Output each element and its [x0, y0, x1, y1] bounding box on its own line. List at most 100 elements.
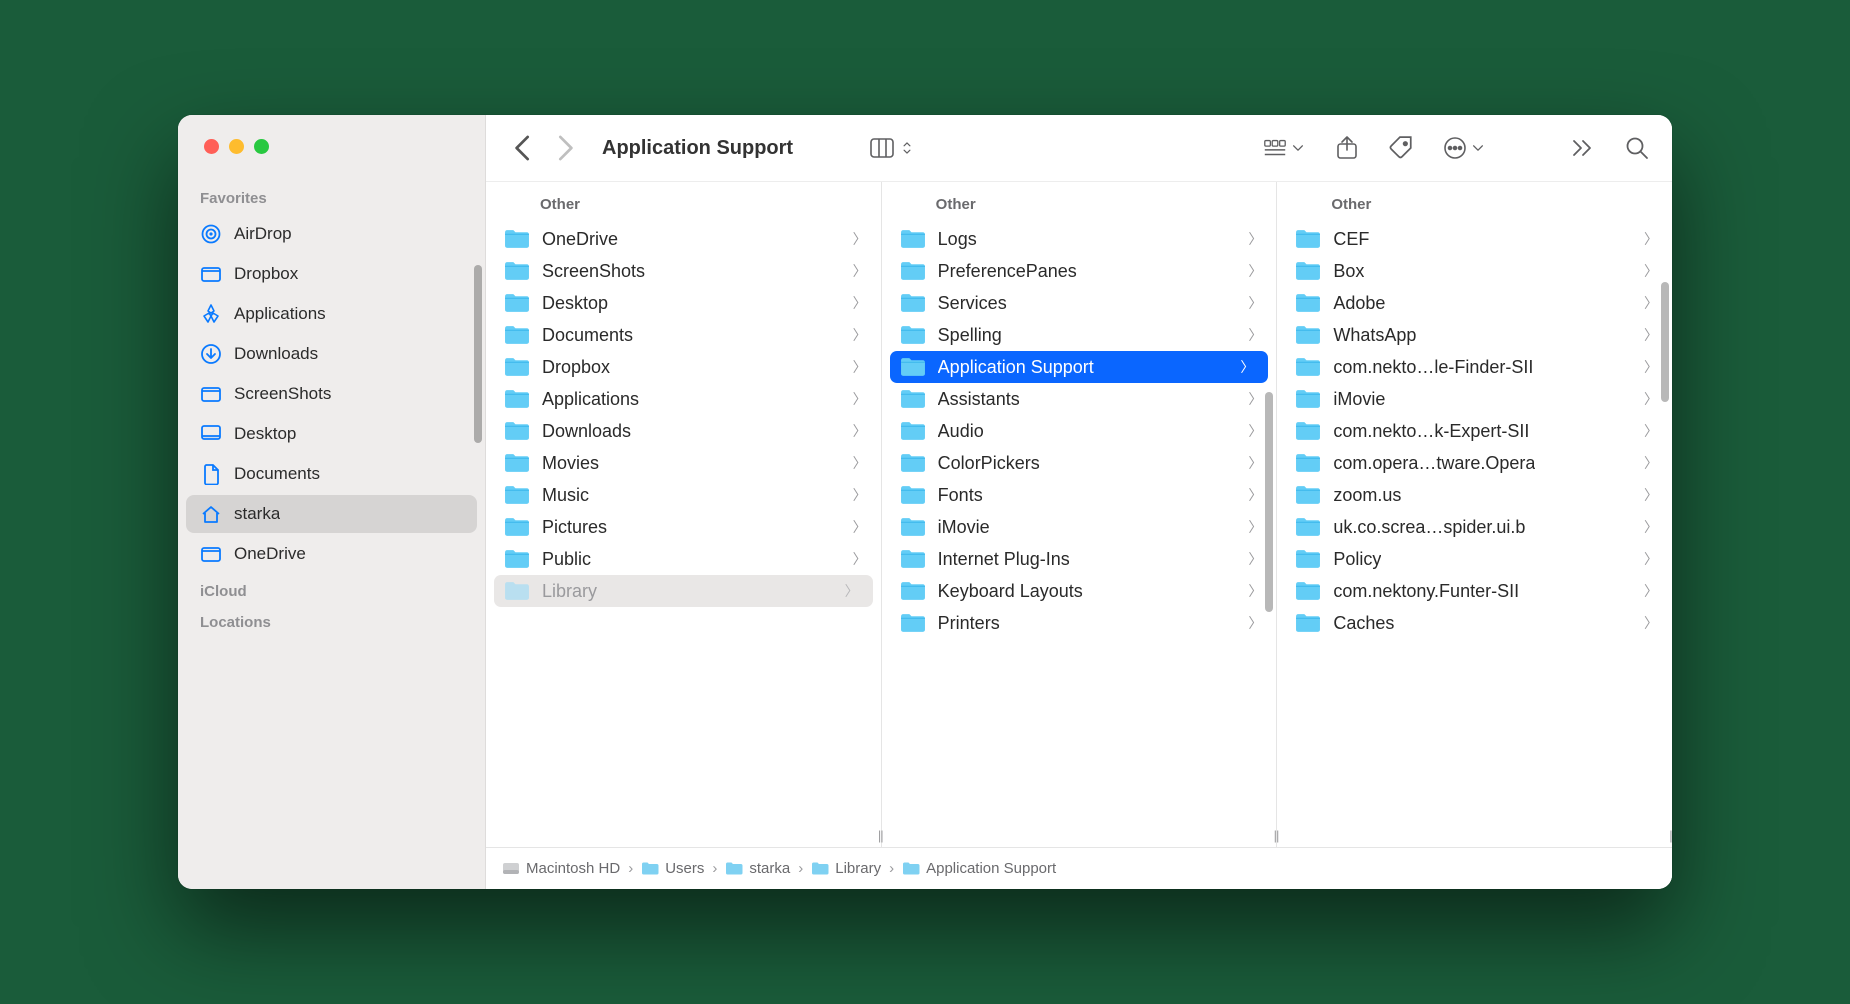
sidebar-item-screenshots[interactable]: ScreenShots: [186, 375, 477, 413]
folder-label: ColorPickers: [938, 453, 1040, 474]
sidebar-scrollbar[interactable]: [474, 265, 482, 443]
folder-row[interactable]: Logs〉: [882, 223, 1277, 255]
folder-row[interactable]: Keyboard Layouts〉: [882, 575, 1277, 607]
folder-row[interactable]: Desktop〉: [486, 287, 881, 319]
folder-row[interactable]: iMovie〉: [882, 511, 1277, 543]
folder-row[interactable]: Music〉: [486, 479, 881, 511]
folder-row[interactable]: Public〉: [486, 543, 881, 575]
chevron-right-icon: 〉: [853, 389, 867, 409]
sidebar-item-documents[interactable]: Documents: [186, 455, 477, 493]
path-item[interactable]: Library: [811, 860, 881, 877]
folder-row[interactable]: Movies〉: [486, 447, 881, 479]
folder-row[interactable]: com.nekto…le-Finder-SII〉: [1277, 351, 1672, 383]
forward-button[interactable]: [548, 132, 580, 164]
folder-row[interactable]: Applications 〉: [486, 383, 881, 415]
share-button[interactable]: [1334, 135, 1360, 161]
folder-row[interactable]: Services〉: [882, 287, 1277, 319]
folder-label: Internet Plug-Ins: [938, 549, 1070, 570]
folder-row[interactable]: com.nekto…k-Expert-SII〉: [1277, 415, 1672, 447]
column-body[interactable]: Logs〉PreferencePanes〉Services〉Spelling〉A…: [882, 223, 1277, 847]
folder-row[interactable]: Downloads〉: [486, 415, 881, 447]
column-scrollbar[interactable]: [1661, 282, 1669, 402]
folder-row[interactable]: OneDrive〉: [486, 223, 881, 255]
chevron-right-icon: 〉: [853, 517, 867, 537]
folder-icon: [504, 228, 530, 250]
folder-icon: [504, 484, 530, 506]
chevron-right-icon: 〉: [1644, 549, 1658, 569]
folder-row[interactable]: Pictures 〉: [486, 511, 881, 543]
folder-row[interactable]: Printers〉: [882, 607, 1277, 639]
folder-row[interactable]: uk.co.screa…spider.ui.b〉: [1277, 511, 1672, 543]
hdd-icon: [502, 861, 520, 876]
sidebar-item-label: starka: [234, 504, 280, 524]
sidebar-item-onedrive[interactable]: OneDrive: [186, 535, 477, 573]
sidebar-item-applications[interactable]: Applications: [186, 295, 477, 333]
action-menu-button[interactable]: [1442, 135, 1486, 161]
folder-row[interactable]: Caches〉: [1277, 607, 1672, 639]
view-mode-button[interactable]: [869, 135, 915, 161]
sidebar-item-downloads[interactable]: Downloads: [186, 335, 477, 373]
folder-row[interactable]: WhatsApp〉: [1277, 319, 1672, 351]
path-item[interactable]: Users: [641, 860, 704, 877]
folder-icon: [900, 580, 926, 602]
chevron-right-icon: 〉: [1248, 485, 1262, 505]
sidebar-item-airdrop[interactable]: AirDrop: [186, 215, 477, 253]
folder-row[interactable]: zoom.us〉: [1277, 479, 1672, 511]
close-button[interactable]: [204, 139, 219, 154]
path-item[interactable]: Macintosh HD: [502, 860, 620, 877]
folder-row[interactable]: CEF〉: [1277, 223, 1672, 255]
chevron-right-icon: 〉: [1248, 389, 1262, 409]
download-icon: [200, 343, 222, 365]
minimize-button[interactable]: [229, 139, 244, 154]
folder-icon: [900, 292, 926, 314]
folder-label: PreferencePanes: [938, 261, 1077, 282]
folder-row[interactable]: Documents〉: [486, 319, 881, 351]
folder-row[interactable]: iMovie〉: [1277, 383, 1672, 415]
window-controls: [178, 139, 485, 182]
folder-row[interactable]: Audio〉: [882, 415, 1277, 447]
folder-row[interactable]: PreferencePanes〉: [882, 255, 1277, 287]
sidebar-item-dropbox[interactable]: Dropbox: [186, 255, 477, 293]
overflow-button[interactable]: [1570, 135, 1596, 161]
folder-row[interactable]: Fonts〉: [882, 479, 1277, 511]
column-header: Other: [486, 182, 881, 223]
folder-row[interactable]: Application Support〉: [890, 351, 1269, 383]
folder-label: Policy: [1333, 549, 1381, 570]
folder-row[interactable]: Box〉: [1277, 255, 1672, 287]
folder-icon: [504, 356, 530, 378]
folder-row[interactable]: Assistants〉: [882, 383, 1277, 415]
group-by-button[interactable]: [1262, 135, 1306, 161]
folder-label: Applications: [542, 389, 639, 410]
column-2: OtherCEF〉Box〉Adobe〉WhatsApp〉com.nekto…le…: [1277, 182, 1672, 847]
folder-label: Pictures: [542, 517, 607, 538]
folder-row[interactable]: Library〉: [494, 575, 873, 607]
folder-row[interactable]: Internet Plug-Ins〉: [882, 543, 1277, 575]
folder-icon: [1295, 516, 1321, 538]
folder-row[interactable]: com.nektony.Funter-SII〉: [1277, 575, 1672, 607]
folder-row[interactable]: ColorPickers〉: [882, 447, 1277, 479]
fullscreen-button[interactable]: [254, 139, 269, 154]
sidebar-item-desktop[interactable]: Desktop: [186, 415, 477, 453]
folder-icon: [900, 356, 926, 378]
back-button[interactable]: [508, 132, 540, 164]
folder-row[interactable]: Policy 〉: [1277, 543, 1672, 575]
folder-row[interactable]: Spelling〉: [882, 319, 1277, 351]
column-body[interactable]: CEF〉Box〉Adobe〉WhatsApp〉com.nekto…le-Find…: [1277, 223, 1672, 847]
path-item[interactable]: Application Support: [902, 860, 1056, 877]
folder-row[interactable]: ScreenShots〉: [486, 255, 881, 287]
folder-row[interactable]: Adobe〉: [1277, 287, 1672, 319]
folder-row[interactable]: Dropbox〉: [486, 351, 881, 383]
chevron-right-icon: 〉: [853, 357, 867, 377]
path-item[interactable]: starka: [725, 860, 790, 877]
chevron-right-icon: 〉: [1248, 229, 1262, 249]
folder-row[interactable]: com.opera…tware.Opera〉: [1277, 447, 1672, 479]
path-label: Library: [835, 860, 881, 877]
folder-icon: [900, 484, 926, 506]
chevron-right-icon: 〉: [1644, 293, 1658, 313]
search-button[interactable]: [1624, 135, 1650, 161]
tags-button[interactable]: [1388, 135, 1414, 161]
sidebar-item-starka[interactable]: starka: [186, 495, 477, 533]
column-body[interactable]: OneDrive〉ScreenShots〉Desktop〉Documents〉D…: [486, 223, 881, 847]
column-scrollbar[interactable]: [1265, 392, 1273, 612]
column-resize-handle[interactable]: ||: [1669, 828, 1672, 843]
